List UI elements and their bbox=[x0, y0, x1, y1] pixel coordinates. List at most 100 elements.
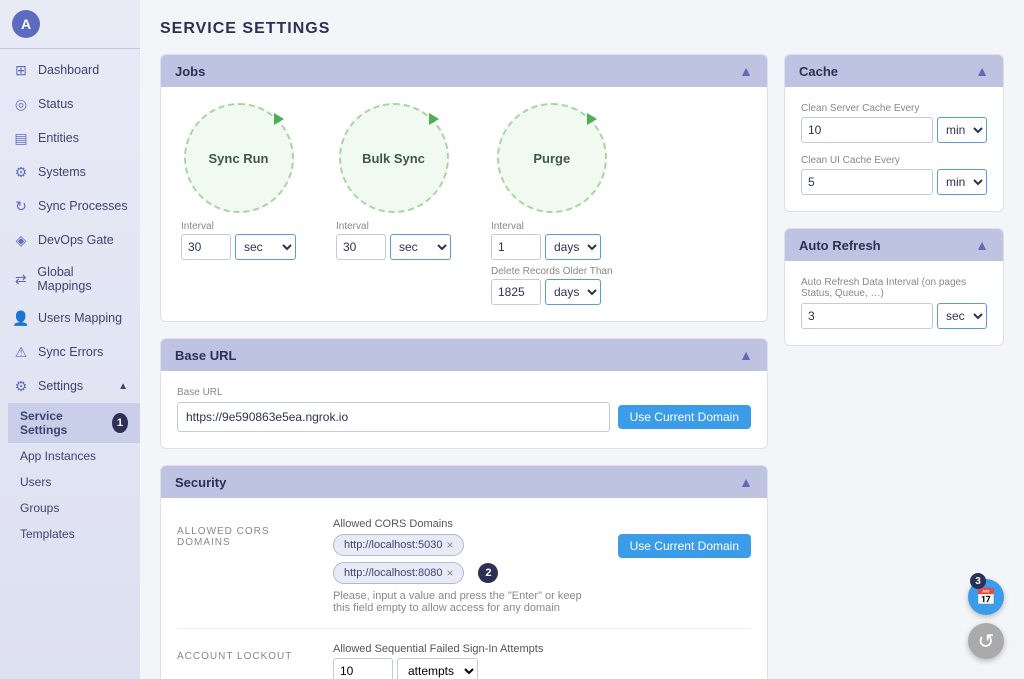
cors-domain-2: http://localhost:8080 bbox=[344, 567, 442, 579]
sidebar-item-templates[interactable]: Templates bbox=[8, 521, 140, 547]
delete-records-input[interactable] bbox=[491, 279, 541, 305]
base-url-input[interactable] bbox=[177, 402, 610, 432]
server-cache-unit-select[interactable]: minsechours bbox=[937, 117, 987, 143]
refresh-fab-button[interactable]: ↺ bbox=[968, 623, 1004, 659]
auto-refresh-unit-select[interactable]: secmin bbox=[937, 303, 987, 329]
bulk-sync-label: Bulk Sync bbox=[362, 151, 425, 166]
sidebar-item-label: Status bbox=[38, 97, 73, 111]
sidebar-item-users-mapping[interactable]: 👤 Users Mapping bbox=[0, 301, 140, 335]
security-body: ALLOWED CORS DOMAINS Allowed CORS Domain… bbox=[161, 498, 767, 679]
app-instances-label: App Instances bbox=[20, 449, 96, 463]
bulk-sync-play-icon[interactable] bbox=[429, 113, 439, 125]
cache-title: Cache bbox=[799, 64, 838, 79]
purge-unit-select[interactable]: dayssecmin bbox=[545, 234, 601, 260]
server-cache-field: Clean Server Cache Every minsechours bbox=[801, 103, 987, 143]
lockout-fields: Allowed Sequential Failed Sign-In Attemp… bbox=[333, 643, 751, 679]
purge-interval: Interval dayssecmin Delete Records Older… bbox=[491, 221, 613, 305]
sidebar-item-service-settings[interactable]: Service Settings 1 bbox=[8, 403, 140, 443]
cors-domain-1: http://localhost:5030 bbox=[344, 539, 442, 551]
global-mappings-icon: ⇄ bbox=[12, 270, 29, 288]
bulk-sync-interval-input[interactable] bbox=[336, 234, 386, 260]
attempts-field: Allowed Sequential Failed Sign-In Attemp… bbox=[333, 643, 751, 679]
sync-run-circle: Sync Run bbox=[184, 103, 294, 213]
purge-label: Purge bbox=[533, 151, 570, 166]
sidebar-item-label: Global Mappings bbox=[37, 265, 128, 293]
fab-badge: 3 bbox=[970, 573, 986, 589]
cors-inputs: http://localhost:5030 × http://localhost… bbox=[333, 534, 602, 614]
sidebar-item-dashboard[interactable]: ⊞ Dashboard bbox=[0, 53, 140, 87]
jobs-collapse-icon[interactable]: ▲ bbox=[739, 63, 753, 79]
auto-refresh-card: Auto Refresh ▲ Auto Refresh Data Interva… bbox=[784, 228, 1004, 346]
cors-content: Allowed CORS Domains http://localhost:50… bbox=[333, 518, 751, 614]
attempts-unit-select[interactable]: attempts bbox=[397, 658, 478, 679]
ui-cache-unit-select[interactable]: minsechours bbox=[937, 169, 987, 195]
sidebar-item-label: DevOps Gate bbox=[38, 233, 114, 247]
cors-badge: 2 bbox=[478, 563, 498, 583]
purge-play-icon[interactable] bbox=[587, 113, 597, 125]
cache-card: Cache ▲ Clean Server Cache Every minsech… bbox=[784, 54, 1004, 212]
security-title: Security bbox=[175, 475, 226, 490]
base-url-title: Base URL bbox=[175, 348, 236, 363]
jobs-body: Sync Run Interval secminhours bbox=[161, 87, 767, 321]
purge-interval-input[interactable] bbox=[491, 234, 541, 260]
sync-run-interval-label: Interval bbox=[181, 221, 296, 232]
bulk-sync-circle: Bulk Sync bbox=[339, 103, 449, 213]
sidebar-item-label: Sync Errors bbox=[38, 345, 103, 359]
sidebar-item-entities[interactable]: ▤ Entities bbox=[0, 121, 140, 155]
sync-run-play-icon[interactable] bbox=[274, 113, 284, 125]
bulk-sync-unit-select[interactable]: secminhours bbox=[390, 234, 451, 260]
job-item-bulk-sync: Bulk Sync Interval secminhours bbox=[336, 103, 451, 260]
users-mapping-icon: 👤 bbox=[12, 309, 30, 327]
cors-tag-2-close[interactable]: × bbox=[446, 566, 453, 580]
systems-icon: ⚙ bbox=[12, 163, 30, 181]
lockout-section: ACCOUNT LOCKOUT Allowed Sequential Faile… bbox=[177, 643, 751, 679]
status-icon: ◎ bbox=[12, 95, 30, 113]
main-content: SERVICE SETTINGS Jobs ▲ Sync Run bbox=[140, 0, 1024, 679]
ui-cache-input[interactable] bbox=[801, 169, 933, 195]
lockout-section-label: ACCOUNT LOCKOUT bbox=[177, 643, 317, 679]
chevron-up-icon: ▲ bbox=[118, 381, 128, 392]
cors-hint: Please, input a value and press the "Ent… bbox=[333, 590, 602, 614]
devops-icon: ◈ bbox=[12, 231, 30, 249]
cors-use-current-domain-button[interactable]: Use Current Domain bbox=[618, 534, 751, 558]
sidebar-item-users[interactable]: Users bbox=[8, 469, 140, 495]
sidebar-item-settings[interactable]: ⚙ Settings ▲ bbox=[0, 369, 140, 403]
sidebar-item-status[interactable]: ◎ Status bbox=[0, 87, 140, 121]
sidebar-item-sync-errors[interactable]: ⚠ Sync Errors bbox=[0, 335, 140, 369]
cors-tag-1-close[interactable]: × bbox=[446, 538, 453, 552]
attempts-input[interactable] bbox=[333, 658, 393, 679]
delete-records-unit-select[interactable]: dayssecmin bbox=[545, 279, 601, 305]
server-cache-input[interactable] bbox=[801, 117, 933, 143]
cors-tag-2: http://localhost:8080 × bbox=[333, 562, 464, 584]
base-url-row: Use Current Domain bbox=[177, 402, 751, 432]
security-collapse-icon[interactable]: ▲ bbox=[739, 474, 753, 490]
page-title: SERVICE SETTINGS bbox=[160, 20, 1004, 38]
auto-refresh-collapse-icon[interactable]: ▲ bbox=[975, 237, 989, 253]
cache-collapse-icon[interactable]: ▲ bbox=[975, 63, 989, 79]
sidebar-item-sync-processes[interactable]: ↻ Sync Processes bbox=[0, 189, 140, 223]
sidebar-item-groups[interactable]: Groups bbox=[8, 495, 140, 521]
sidebar-item-systems[interactable]: ⚙ Systems bbox=[0, 155, 140, 189]
cors-tag-1: http://localhost:5030 × bbox=[333, 534, 464, 556]
job-item-purge: Purge Interval dayssecmin Delete bbox=[491, 103, 613, 305]
bulk-sync-interval: Interval secminhours bbox=[336, 221, 451, 260]
base-url-collapse-icon[interactable]: ▲ bbox=[739, 347, 753, 363]
ui-cache-field: Clean UI Cache Every minsechours bbox=[801, 155, 987, 195]
service-settings-badge: 1 bbox=[112, 413, 128, 433]
users-label: Users bbox=[20, 475, 51, 489]
purge-circle: Purge bbox=[497, 103, 607, 213]
auto-refresh-input[interactable] bbox=[801, 303, 933, 329]
sync-run-interval-input[interactable] bbox=[181, 234, 231, 260]
sidebar-item-devops-gate[interactable]: ◈ DevOps Gate bbox=[0, 223, 140, 257]
cors-section-label: ALLOWED CORS DOMAINS bbox=[177, 518, 317, 614]
groups-label: Groups bbox=[20, 501, 59, 515]
sync-run-unit-select[interactable]: secminhours bbox=[235, 234, 296, 260]
sidebar-item-label: Sync Processes bbox=[38, 199, 128, 213]
sidebar-item-app-instances[interactable]: App Instances bbox=[8, 443, 140, 469]
cache-header: Cache ▲ bbox=[785, 55, 1003, 87]
auto-refresh-title: Auto Refresh bbox=[799, 238, 881, 253]
sidebar-item-global-mappings[interactable]: ⇄ Global Mappings bbox=[0, 257, 140, 301]
sidebar-logo: A bbox=[0, 0, 140, 49]
use-current-domain-button[interactable]: Use Current Domain bbox=[618, 405, 751, 429]
purge-interval-label: Interval bbox=[491, 221, 613, 232]
